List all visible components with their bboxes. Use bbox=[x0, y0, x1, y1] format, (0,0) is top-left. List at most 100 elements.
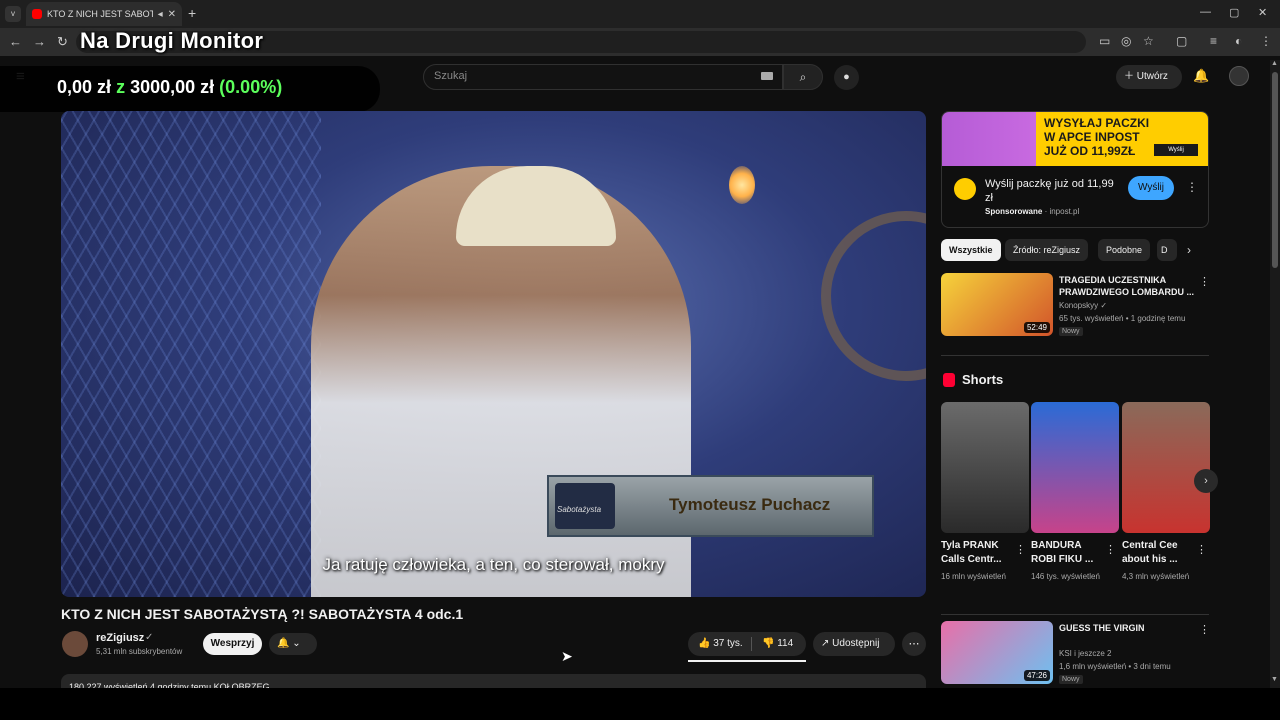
sabotazysta-logo-text: Sabotażysta bbox=[557, 505, 602, 514]
channel-avatar[interactable] bbox=[62, 631, 88, 657]
back-button[interactable]: ← bbox=[9, 34, 22, 49]
more-options-icon[interactable]: ⋮ bbox=[1015, 543, 1026, 556]
ad-more-icon[interactable]: ⋮ bbox=[1186, 180, 1198, 194]
tab-title: KTO Z NICH JEST SABOTAŻ bbox=[47, 9, 153, 19]
notification-settings-button[interactable]: 🔔 ⌄ bbox=[269, 633, 317, 655]
channel-name: KSI i jeszcze 2 bbox=[1059, 649, 1112, 658]
short-item[interactable]: Tyla PRANK Calls Centr... 16 mln wyświet… bbox=[941, 402, 1029, 583]
close-window-button[interactable]: ✕ bbox=[1258, 6, 1267, 19]
chip-related[interactable]: Podobne bbox=[1098, 239, 1151, 261]
share-label: Udostępnij bbox=[832, 638, 880, 649]
subscriber-count: 5,31 mln subskrybentów bbox=[96, 647, 183, 656]
short-thumbnail[interactable] bbox=[941, 402, 1029, 533]
page-scrollbar[interactable]: ▲ ▼ bbox=[1270, 60, 1280, 688]
verified-check-icon: ✓ bbox=[145, 632, 154, 643]
donation-goal-widget: 0,00 zł z 3000,00 zł (0.00%) bbox=[0, 66, 380, 112]
close-tab-icon[interactable]: ✕ bbox=[168, 9, 176, 20]
short-thumbnail[interactable] bbox=[1031, 402, 1119, 533]
more-options-icon[interactable]: ⋮ bbox=[1199, 623, 1210, 636]
inpost-logo bbox=[954, 178, 976, 200]
channel-name: Konopskyy ✓ bbox=[1059, 301, 1108, 310]
short-title[interactable]: Central Cee about his ... bbox=[1122, 539, 1196, 567]
video-title[interactable]: TRAGEDIA UCZESTNIKA PRAWDZIWEGO LOMBARDU… bbox=[1059, 274, 1197, 298]
video-thumbnail[interactable]: 47:26 bbox=[941, 621, 1053, 684]
ship-wheel-decor bbox=[821, 211, 926, 381]
chip-all[interactable]: Wszystkie bbox=[941, 239, 1001, 261]
ad-domain: inpost.pl bbox=[1049, 207, 1080, 216]
chips-next-icon[interactable]: › bbox=[1187, 243, 1191, 257]
browser-menu-icon[interactable]: ⋮ bbox=[1260, 34, 1272, 48]
like-count: 37 tys. bbox=[713, 638, 743, 649]
short-views: 4,3 mln wyświetleń bbox=[1122, 572, 1190, 581]
browser-tab[interactable]: KTO Z NICH JEST SABOTAŻ ◂ ✕ bbox=[26, 2, 182, 26]
video-player[interactable]: Sabotażysta Tymoteusz Puchacz Ja ratuję … bbox=[61, 111, 926, 597]
scroll-up-icon[interactable]: ▲ bbox=[1271, 60, 1278, 67]
ad-sponsored-label: Sponsorowane bbox=[985, 207, 1043, 216]
scroll-down-icon[interactable]: ▼ bbox=[1271, 676, 1278, 683]
share-button[interactable]: ↗ Udostępnij bbox=[813, 632, 895, 656]
video-title: KTO Z NICH JEST SABOTAŻYSTĄ ?! SABOTAŻYS… bbox=[61, 606, 464, 622]
verified-check-icon: ✓ bbox=[1100, 301, 1108, 310]
dislike-count: 114 bbox=[777, 638, 794, 649]
more-options-icon[interactable]: ⋮ bbox=[1105, 543, 1116, 556]
overlay-title: Na Drugi Monitor bbox=[80, 28, 264, 53]
video-title[interactable]: GUESS THE VIRGIN bbox=[1059, 622, 1197, 634]
dislike-button[interactable]: 👎 114 bbox=[762, 638, 793, 649]
tab-list-button[interactable]: v bbox=[5, 6, 21, 22]
more-actions-icon[interactable]: ⋯ bbox=[902, 632, 926, 656]
eye-slash-icon[interactable]: ◎ bbox=[1121, 34, 1131, 48]
forward-button[interactable]: → bbox=[33, 34, 46, 49]
ad-banner-image[interactable]: WYSYŁAJ PACZKI W APCE INPOST JUŻ OD 11,9… bbox=[942, 112, 1208, 166]
notifications-bell-icon[interactable]: 🔔 bbox=[1193, 68, 1209, 84]
extensions-icon[interactable]: ▢ bbox=[1176, 34, 1187, 48]
short-views: 16 mln wyświetleń bbox=[941, 572, 1006, 581]
video-thumbnail[interactable]: 52:49 bbox=[941, 273, 1053, 336]
reload-button[interactable]: ↻ bbox=[57, 34, 68, 50]
scrollbar-thumb[interactable] bbox=[1272, 72, 1278, 268]
short-thumbnail[interactable] bbox=[1122, 402, 1210, 533]
ad-cta-button[interactable]: Wyślij bbox=[1128, 176, 1174, 200]
reading-list-icon[interactable]: ≡ bbox=[1210, 34, 1217, 48]
short-item[interactable]: BANDURA ROBI FIKU ... 146 tys. wyświetle… bbox=[1031, 402, 1119, 583]
maximize-button[interactable]: ▢ bbox=[1229, 6, 1239, 19]
search-input[interactable]: Szukaj bbox=[423, 64, 783, 90]
minimize-button[interactable]: — bbox=[1200, 6, 1211, 18]
ad-title[interactable]: Wyślij paczkę już od 11,99 zł bbox=[985, 177, 1120, 205]
ad-banner-text: WYSYŁAJ PACZKI W APCE INPOST JUŻ OD 11,9… bbox=[1044, 116, 1149, 158]
voice-search-mic-icon[interactable]: ● bbox=[834, 65, 859, 90]
account-avatar[interactable] bbox=[1229, 66, 1249, 86]
short-item[interactable]: Central Cee about his ... 4,3 mln wyświe… bbox=[1122, 402, 1210, 583]
lower-third-name: Tymoteusz Puchacz bbox=[669, 495, 831, 514]
profile-icon[interactable]: ◐ bbox=[1235, 34, 1242, 48]
more-options-icon[interactable]: ⋮ bbox=[1196, 543, 1207, 556]
lower-third-nameplate: Sabotażysta Tymoteusz Puchacz bbox=[547, 475, 874, 537]
donation-separator: z bbox=[116, 77, 126, 97]
thumbs-up-icon: 👍 bbox=[698, 638, 711, 649]
ad-banner-button: Wyślij bbox=[1154, 144, 1198, 156]
video-duration: 52:49 bbox=[1023, 322, 1050, 333]
ad-banner-line-3: JUŻ OD 11,99ZŁ bbox=[1044, 144, 1136, 158]
more-options-icon[interactable]: ⋮ bbox=[1199, 275, 1210, 288]
search-button[interactable]: ⌕ bbox=[783, 64, 823, 90]
cast-icon[interactable]: ▭ bbox=[1099, 34, 1110, 48]
shorts-next-icon[interactable]: › bbox=[1194, 469, 1218, 493]
like-ratio-bar bbox=[688, 660, 806, 662]
bell-icon: 🔔 bbox=[277, 638, 290, 649]
sponsored-ad-card[interactable]: WYSYŁAJ PACZKI W APCE INPOST JUŻ OD 11,9… bbox=[941, 111, 1209, 228]
speaker-icon[interactable]: ◂ bbox=[158, 9, 163, 20]
support-button[interactable]: Wesprzyj bbox=[203, 633, 262, 655]
recommendation-item[interactable]: 52:49 TRAGEDIA UCZESTNIKA PRAWDZIWEGO LO… bbox=[941, 273, 1210, 339]
like-button[interactable]: 👍 37 tys. bbox=[698, 638, 743, 649]
youtube-favicon-icon bbox=[32, 9, 42, 19]
channel-name[interactable]: reZigiusz bbox=[96, 632, 144, 644]
new-tab-button[interactable]: + bbox=[188, 5, 196, 21]
keyboard-icon[interactable] bbox=[761, 72, 773, 80]
chip-partial[interactable]: D bbox=[1157, 239, 1177, 261]
chip-source[interactable]: Źródło: reZigiusz bbox=[1005, 239, 1089, 261]
recommendation-item[interactable]: 47:26 GUESS THE VIRGIN KSI i jeszcze 2 1… bbox=[941, 621, 1210, 687]
create-button[interactable]: ＋ Utwórz bbox=[1116, 65, 1182, 89]
short-title[interactable]: BANDURA ROBI FIKU ... bbox=[1031, 539, 1105, 567]
short-title[interactable]: Tyla PRANK Calls Centr... bbox=[941, 539, 1015, 567]
mouse-cursor-icon: ➤ bbox=[561, 648, 573, 664]
bookmark-star-icon[interactable]: ☆ bbox=[1143, 34, 1154, 48]
